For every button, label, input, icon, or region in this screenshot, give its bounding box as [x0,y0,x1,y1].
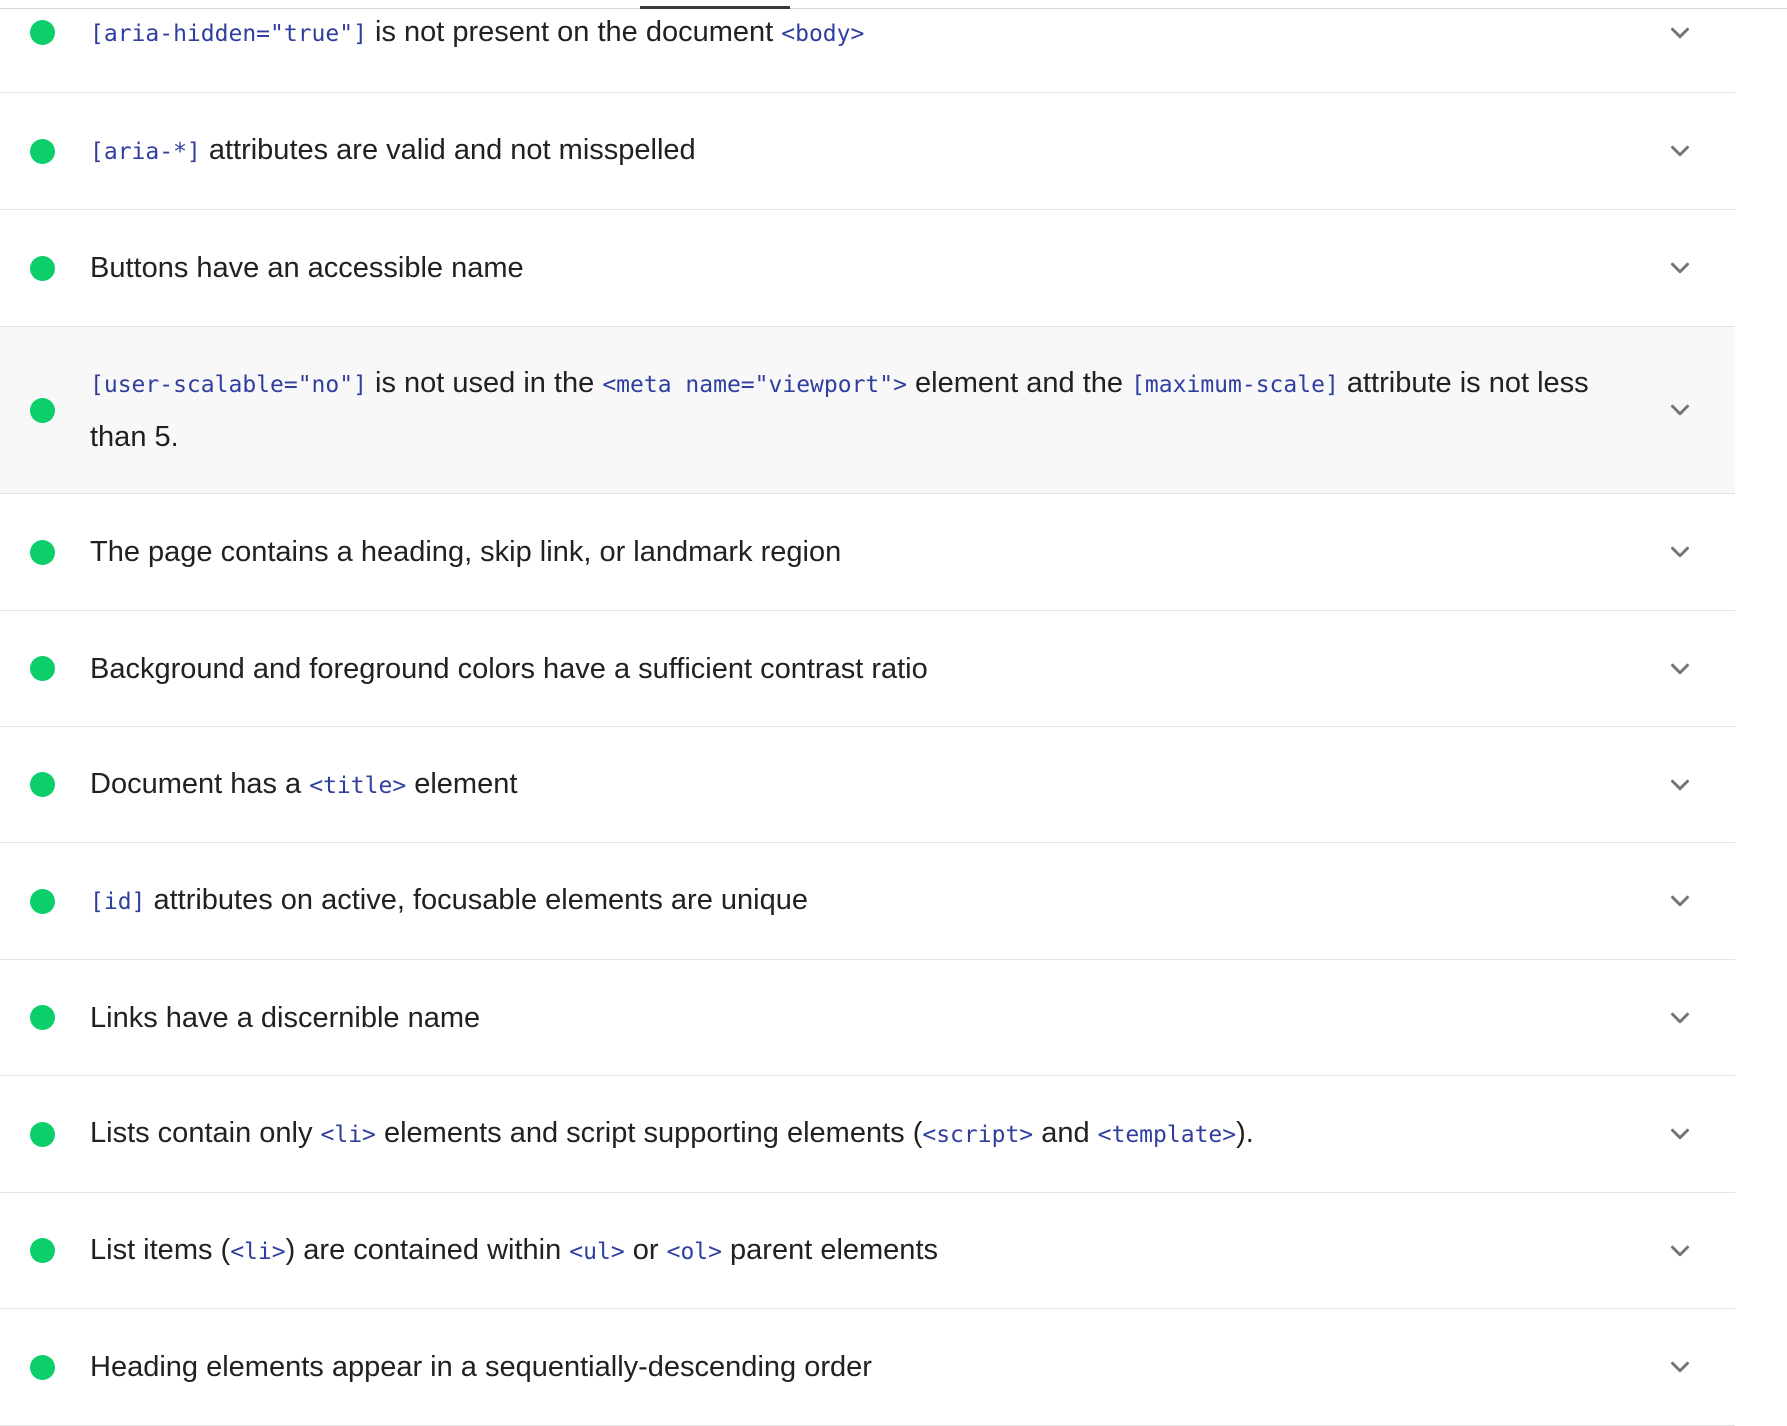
code-snippet: <li> [230,1238,286,1265]
pass-dot-icon [30,772,55,797]
audit-title: Links have a discernible name [90,992,480,1044]
code-snippet: [user-scalable="no"] [90,372,367,398]
code-snippet: [maximum-scale] [1131,372,1339,398]
chevron-down-icon[interactable] [1665,395,1695,425]
audit-title-text: Heading elements appear in a sequentiall… [90,1351,872,1383]
chevron-down-icon[interactable] [1665,886,1695,916]
code-snippet: <title> [309,772,407,799]
audit-row[interactable]: Background and foreground colors have a … [0,611,1735,727]
audit-title-text: The page contains a heading, skip link, … [90,536,842,568]
pass-dot-icon [30,1005,55,1030]
audit-title: [user-scalable="no"] is not used in the … [90,357,1645,463]
pass-dot-icon [30,397,55,423]
pass-dot-icon [30,138,55,164]
chevron-down-icon[interactable] [1665,654,1695,684]
code-snippet: <meta name="viewport"> [602,372,907,398]
audit-title: [id] attributes on active, focusable ele… [90,874,808,928]
audit-row[interactable]: The page contains a heading, skip link, … [0,494,1735,611]
audit-title-text: Links have a discernible name [90,1001,481,1034]
audit-row[interactable]: List items (<li>) are contained within <… [0,1193,1735,1309]
audit-title-text: Lists contain only [90,1117,321,1149]
audit-title: Buttons have an accessible name [90,242,524,294]
chevron-down-icon[interactable] [1665,1236,1695,1266]
pass-dot-icon [30,255,55,281]
chevron-down-icon[interactable] [1665,1352,1695,1382]
chevron-down-icon[interactable] [1665,1119,1695,1149]
audit-title-text: attributes on active, focusable elements… [145,884,808,916]
chevron-down-icon[interactable] [1665,253,1695,283]
audit-row[interactable]: [user-scalable="no"] is not used in the … [0,327,1735,494]
code-snippet: <li> [320,1122,376,1148]
audit-title-text: Background and foreground colors have a … [90,652,928,685]
audit-title-text: attributes are valid and not misspelled [200,134,696,166]
chevron-down-icon[interactable] [1665,537,1695,567]
audit-title-text: or [624,1233,667,1266]
chevron-down-icon[interactable] [1665,18,1695,48]
audit-title-text: Buttons have an accessible name [90,252,524,284]
code-snippet: <body> [781,20,865,47]
audit-title-text: is not present on the document [366,15,782,48]
code-snippet: [id] [90,889,146,915]
audit-row[interactable]: Links have a discernible name [0,960,1735,1076]
audit-title-text: ). [1236,1117,1254,1149]
pass-dot-icon [30,1121,55,1147]
pass-dot-icon [30,888,55,914]
audit-title: Heading elements appear in a sequentiall… [90,1341,872,1393]
pass-dot-icon [30,1238,55,1263]
audit-title-text: List items ( [90,1233,231,1266]
audit-title-text: ) are contained within [285,1233,570,1266]
audit-row[interactable]: [aria-*] attributes are valid and not mi… [0,93,1735,210]
audit-title-text: Document has a [90,767,310,800]
audit-title: [aria-hidden="true"] is not present on t… [90,6,864,60]
code-snippet: [aria-hidden="true"] [90,20,367,47]
audit-row[interactable]: Buttons have an accessible name [0,210,1735,327]
pass-dot-icon [30,539,55,565]
code-snippet: <ul> [569,1238,625,1265]
audit-title: Background and foreground colors have a … [90,643,928,695]
code-snippet: <template> [1097,1122,1237,1148]
pass-dot-icon [30,20,55,45]
audit-row[interactable]: Lists contain only <li> elements and scr… [0,1076,1735,1193]
audit-title-text: element and the [906,367,1132,399]
audit-row[interactable]: [aria-hidden="true"] is not present on t… [0,0,1735,93]
audit-title: List items (<li>) are contained within <… [90,1224,938,1278]
audit-title-text: elements and script supporting elements … [375,1117,923,1149]
audit-row[interactable]: Document has a <title> element [0,727,1735,843]
audit-title-text: element [406,767,518,800]
audit-title-text: and [1033,1117,1098,1149]
code-snippet: <ol> [666,1238,722,1265]
audit-row[interactable]: Heading elements appear in a sequentiall… [0,1309,1735,1426]
audit-title: Lists contain only <li> elements and scr… [90,1107,1254,1161]
chevron-down-icon[interactable] [1665,1003,1695,1033]
code-snippet: <script> [922,1122,1034,1148]
pass-dot-icon [30,656,55,681]
audit-title-text: is not used in the [366,367,603,399]
pass-dot-icon [30,1354,55,1380]
audit-title: Document has a <title> element [90,758,517,812]
chevron-down-icon[interactable] [1665,136,1695,166]
audit-title-text: parent elements [721,1233,938,1266]
code-snippet: [aria-*] [90,139,201,165]
audit-title: The page contains a heading, skip link, … [90,526,841,578]
audit-title: [aria-*] attributes are valid and not mi… [90,124,696,178]
chevron-down-icon[interactable] [1665,770,1695,800]
audit-row[interactable]: [id] attributes on active, focusable ele… [0,843,1735,960]
